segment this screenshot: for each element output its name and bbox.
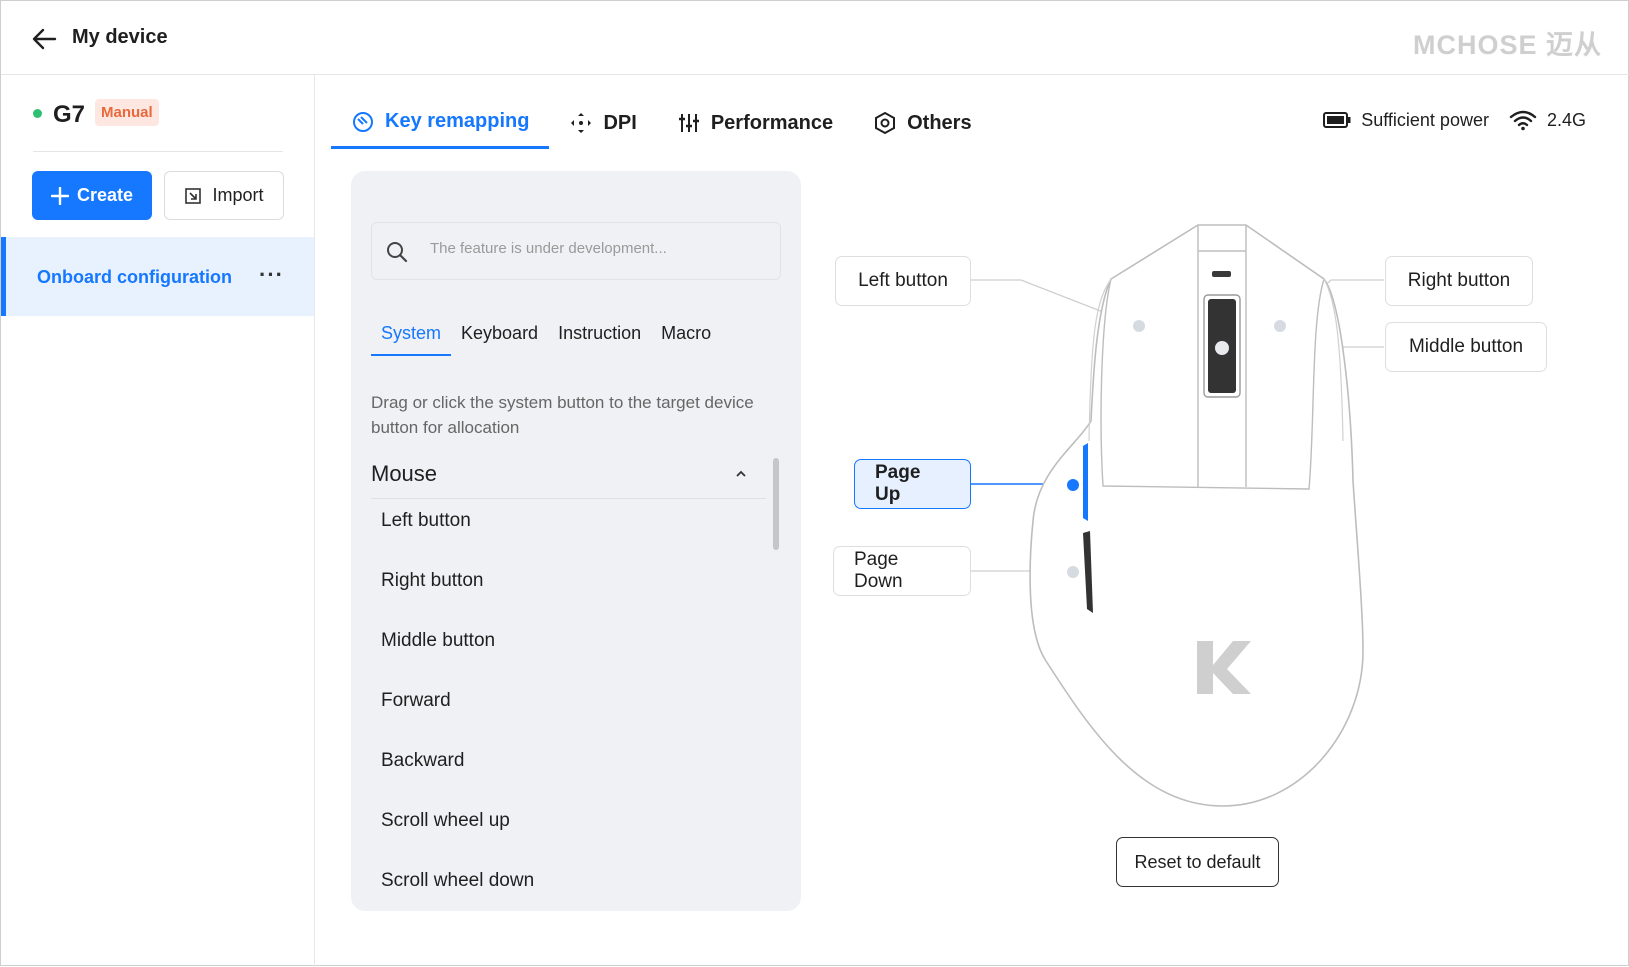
callout-page-up[interactable]: Page Up <box>854 459 971 509</box>
back-arrow-icon[interactable] <box>30 26 58 52</box>
list-item[interactable]: Backward <box>381 747 761 807</box>
divider <box>33 151 283 152</box>
plus-icon <box>50 186 69 205</box>
sidebar-item-onboard-configuration[interactable]: Onboard configuration ··· <box>1 237 314 316</box>
import-button-label: Import <box>212 185 264 205</box>
subtab-macro[interactable]: Macro <box>651 323 721 356</box>
subtab-keyboard[interactable]: Keyboard <box>451 323 548 356</box>
more-options-icon[interactable]: ··· <box>259 262 284 288</box>
main-tabs: Key remapping DPI Performance Others <box>331 97 992 152</box>
config-label: Onboard configuration <box>37 267 232 287</box>
mode-badge: Manual <box>95 99 159 126</box>
allocation-hint: Drag or click the system button to the t… <box>371 393 754 437</box>
side-button-front[interactable] <box>1083 443 1088 521</box>
subtab-instruction[interactable]: Instruction <box>548 323 651 356</box>
device-status: Sufficient power 2.4G <box>1323 109 1586 131</box>
connection-type: 2.4G <box>1546 109 1586 130</box>
list-item[interactable]: Scroll wheel up <box>381 807 761 867</box>
search-input[interactable] <box>430 240 760 257</box>
search-box[interactable] <box>371 222 781 280</box>
top-bar: My device MCHOSE 迈从 <box>1 1 1629 75</box>
hex-gear-icon <box>875 111 896 135</box>
sliders-icon <box>678 114 699 132</box>
brand-logo: MCHOSE 迈从 <box>1412 30 1602 60</box>
mouse-group-header[interactable]: Mouse <box>371 453 766 499</box>
function-panel: System Keyboard Instruction Macro Drag o… <box>351 171 801 911</box>
page-down-marker <box>1067 566 1079 578</box>
sub-tabs: System Keyboard Instruction Macro <box>371 323 721 356</box>
import-button[interactable]: Import <box>164 171 284 220</box>
import-icon <box>185 187 202 204</box>
right-button-marker <box>1274 320 1286 332</box>
device-name: G7 <box>53 101 86 128</box>
group-title: Mouse <box>371 461 438 486</box>
tab-performance[interactable]: Performance <box>657 97 853 149</box>
subtab-system[interactable]: System <box>371 323 452 356</box>
callout-left-button[interactable]: Left button <box>835 256 971 306</box>
list-item[interactable]: Left button <box>381 507 761 567</box>
list-item[interactable]: Scroll wheel down <box>381 867 761 911</box>
tab-label: Key remapping <box>385 110 530 132</box>
battery-icon <box>1323 112 1351 128</box>
scrollbar[interactable] <box>773 458 779 550</box>
create-button-label: Create <box>76 185 134 205</box>
list-item[interactable]: Right button <box>381 567 761 627</box>
middle-button-marker <box>1215 341 1229 355</box>
sidebar: G7 Manual Create Import Onboard configur… <box>1 75 315 967</box>
mouse-body-outline <box>1029 224 1364 807</box>
tab-label: Performance <box>710 111 834 134</box>
tab-others[interactable]: Others <box>853 97 991 149</box>
callout-right-button[interactable]: Right button <box>1385 256 1533 306</box>
list-item[interactable]: Middle button <box>381 627 761 687</box>
app-window: My device MCHOSE 迈从 G7 Manual Create Imp… <box>0 0 1629 967</box>
callout-middle-button[interactable]: Middle button <box>1385 322 1547 372</box>
tab-dpi[interactable]: DPI <box>549 97 656 149</box>
key-remap-icon <box>353 111 373 132</box>
tab-label: Others <box>907 111 972 134</box>
chevron-up-icon <box>736 470 746 477</box>
callout-page-down[interactable]: Page Down <box>833 546 971 596</box>
action-list: Left button Right button Middle button F… <box>381 507 761 911</box>
power-status: Sufficient power <box>1361 109 1489 130</box>
wifi-icon <box>1509 110 1537 131</box>
dpi-icon <box>571 113 592 133</box>
list-item[interactable]: Forward <box>381 687 761 747</box>
tab-label: DPI <box>603 111 637 134</box>
search-icon <box>387 242 408 263</box>
left-button-marker <box>1133 320 1145 332</box>
create-button[interactable]: Create <box>32 171 152 220</box>
reset-to-default-button[interactable]: Reset to default <box>1116 837 1279 887</box>
page-up-marker <box>1067 479 1079 491</box>
page-title: My device <box>72 26 168 48</box>
tab-key-remapping[interactable]: Key remapping <box>331 97 550 149</box>
online-status-dot <box>33 109 42 118</box>
dpi-button-mark <box>1212 271 1231 277</box>
